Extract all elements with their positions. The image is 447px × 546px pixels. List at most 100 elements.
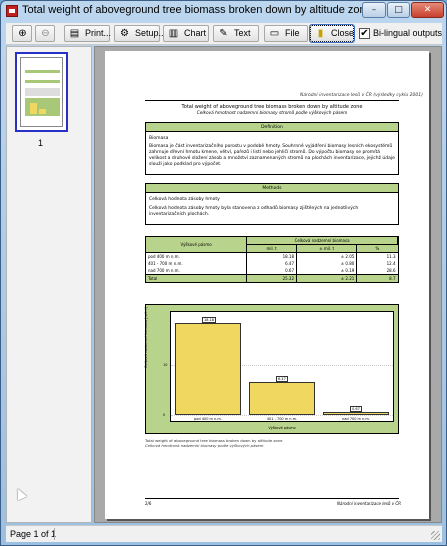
methods-term: Celková hodnota zásoby hmoty [149, 197, 220, 202]
table-cell: Total [146, 274, 248, 282]
window-title: Total weight of aboveground tree biomass… [22, 4, 372, 16]
table-cell: ± 0.19 [296, 267, 358, 275]
table-cell: 25.32 [246, 274, 298, 282]
text-label: Text [234, 28, 251, 38]
table-cell: 18.18 [246, 252, 298, 260]
toolbar: ⊕ ⊖ ▤ Print... ⚙ Setup... ▥ Chart ✎ Text… [6, 23, 442, 45]
text-button[interactable]: ✎ Text [213, 25, 259, 42]
table-row: nad 700 m n.m. 0.67 ± 0.19 28.6 [146, 267, 398, 275]
thumbnail-page-image [20, 57, 63, 127]
setup-label: Setup... [135, 28, 167, 38]
table-row: pod 400 m n.m. 18.18 ± 2.05 11.3 [146, 252, 398, 260]
close-label: Close [331, 28, 355, 38]
definition-term: Biomasa [149, 136, 169, 141]
chart-y-axis-label: Celková nadzemní biomasa [mil. t] [144, 307, 148, 368]
table-cell: 28.6 [386, 268, 396, 273]
table-cell: 8.7 [356, 274, 398, 282]
zoom-out-button[interactable]: ⊖ [35, 25, 55, 42]
footer-rule [145, 498, 399, 499]
maximize-button[interactable]: □ [387, 2, 410, 18]
table-cell: 12.4 [386, 261, 396, 266]
printer-icon: ▤ [69, 28, 80, 39]
page-footer-left: 2/6 [145, 501, 152, 506]
table-head-biomass: Celková nadzemní biomasa [246, 237, 398, 245]
chart-data-label: 6.47 [276, 376, 288, 383]
text-icon: ✎ [219, 28, 228, 39]
table-cell: pod 400 m n.m. [146, 252, 248, 260]
chart-x-tick-label: nad 700 m n.m. [342, 417, 370, 421]
chart-gridline [171, 415, 393, 416]
file-label: File [285, 28, 300, 38]
chart-data-label: 0.67 [350, 405, 362, 412]
chart-x-tick-label: 401 - 700 m n.m. [266, 417, 298, 421]
table-cell: ± 2.05 [296, 252, 358, 260]
table-subhead-value: mil. t [246, 244, 298, 253]
table-subhead-percent: % [356, 244, 398, 253]
minimize-button[interactable]: – [362, 2, 386, 18]
setup-button[interactable]: ⚙ Setup... [114, 25, 166, 42]
close-window-button[interactable]: ✕ [411, 2, 444, 18]
report-preview-window: Total weight of aboveground tree biomass… [0, 0, 447, 546]
bilingual-label[interactable]: Bi-lingual outputs [373, 28, 442, 38]
page-footer-right: Národní inventarizace lesů v ČR [337, 501, 401, 506]
chart-y-tick-label: 0 [163, 413, 166, 417]
thumb-section-bar [25, 80, 60, 83]
page-header-text: Národní inventarizace lesů v ČR (výsledk… [300, 93, 423, 98]
definition-heading: Definition [146, 123, 398, 132]
methods-heading: Methods [146, 184, 398, 193]
file-icon: ▭ [269, 28, 280, 39]
print-label: Print... [85, 28, 112, 38]
chart-x-tick-label: pod 400 m n.m. [194, 417, 222, 421]
table-subhead-error: ± mil. t [296, 244, 358, 253]
page-count-status: Page 1 of 1 [10, 529, 57, 539]
app-icon [6, 5, 18, 17]
thumbnail-page-number: 1 [38, 138, 44, 148]
chart-y-tick-label: 10 [163, 362, 168, 367]
page-preview-area[interactable]: Národní inventarizace lesů v ČR (výsledk… [94, 46, 442, 523]
chart-bar [175, 323, 241, 415]
chart-bar [249, 382, 315, 415]
status-bar: Page 1 of 1 [6, 525, 442, 542]
header-rule [145, 100, 399, 101]
methods-text: Celková hodnota zásoby hmoty byla stanov… [149, 206, 359, 217]
definition-section: Definition Biomasa Biomasa je část inven… [145, 122, 399, 175]
chart-plot-area: 0 10 18.18 pod 400 m n.m. 6.47 401 - 700 m n.… [163, 311, 394, 422]
file-button[interactable]: ▭ File [264, 25, 308, 42]
close-button[interactable]: ▮ Close [309, 24, 355, 43]
setup-icon: ⚙ [120, 28, 129, 39]
chart-x-axis-label: Výškové pásmo [268, 426, 296, 430]
title-bar[interactable]: Total weight of aboveground tree biomass… [1, 1, 446, 21]
chart-panel: Celková nadzemní biomasa [mil. t] 0 10 18.… [144, 304, 399, 434]
table-cell: 11.3 [386, 254, 396, 259]
methods-section: Methods Celková hodnota zásoby hmoty Cel… [145, 183, 399, 225]
table-cell: ± 0.80 [296, 260, 358, 267]
thumb-table [25, 88, 60, 96]
chart-button[interactable]: ▥ Chart [163, 25, 209, 42]
zoom-in-icon: ⊕ [18, 28, 27, 39]
report-title: Total weight of aboveground tree biomass… [181, 104, 363, 110]
chart-bar [323, 411, 389, 415]
thumb-section-bar [25, 70, 60, 73]
close-door-icon: ▮ [317, 28, 324, 39]
page-thumbnail[interactable] [15, 52, 68, 132]
thumb-bar-mark [39, 109, 46, 114]
table-cell: 6.47 [246, 260, 298, 267]
table-cell: 0.67 [246, 267, 298, 275]
table-total-row: Total 25.32 ± 2.21 8.7 [146, 274, 398, 282]
zoom-in-button[interactable]: ⊕ [12, 25, 32, 42]
report-title-cz: Celková hmotnost nadzemní biomasy stromů… [196, 111, 348, 116]
chart-data-label: 18.18 [202, 317, 217, 324]
table-cell: ± 2.21 [296, 274, 358, 282]
table-cell: nad 700 m n.m. [146, 267, 248, 275]
table-cell: 401 - 700 m n.m. [146, 260, 248, 267]
resize-grip-icon[interactable] [431, 531, 440, 540]
results-table: Výškové pásmo Celková nadzemní biomasa m… [145, 236, 399, 283]
bilingual-checkbox[interactable]: ✔ [359, 28, 370, 39]
thumbnail-pane: 1 [6, 46, 92, 523]
thumb-bar-mark [30, 103, 37, 114]
print-button[interactable]: ▤ Print... [64, 25, 112, 42]
chart-caption-cz: Celková hmotnost nadzemní biomasy podle … [145, 443, 264, 448]
status-divider [54, 528, 55, 540]
chart-label: Chart [184, 28, 207, 38]
chart-icon: ▥ [168, 28, 179, 39]
